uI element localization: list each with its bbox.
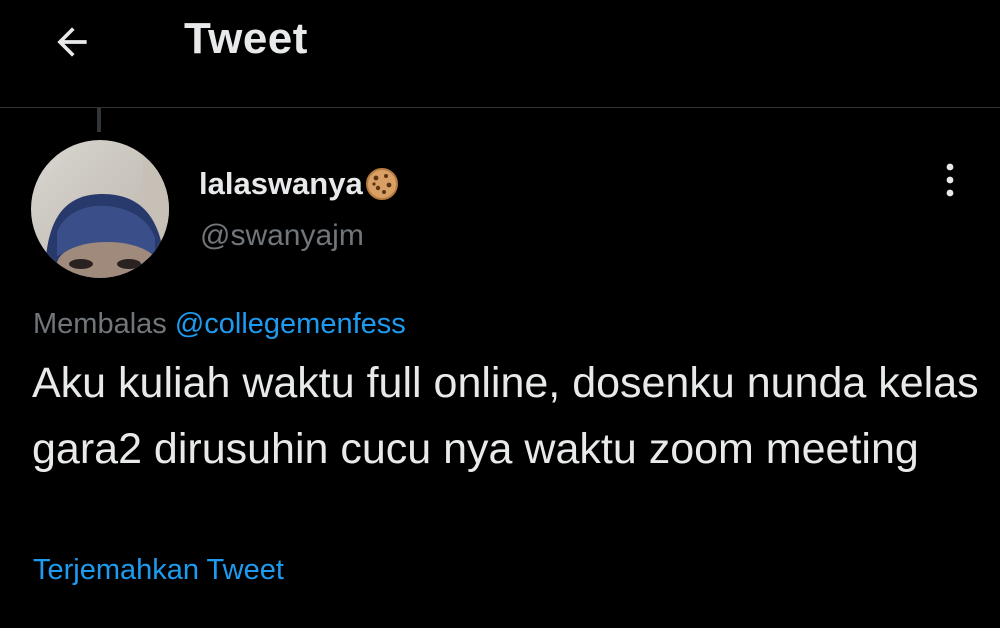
- thread-connector-line: [97, 108, 101, 132]
- tweet-text: Aku kuliah waktu full online, dosenku nu…: [32, 359, 979, 473]
- more-options-button[interactable]: [928, 158, 972, 202]
- author-name-row[interactable]: lalaswanya: [199, 166, 399, 202]
- more-vertical-icon: [946, 163, 954, 197]
- avatar-image: [31, 140, 169, 278]
- author-display-name: lalaswanya: [199, 166, 363, 201]
- reply-mention-link[interactable]: @collegemenfess: [175, 308, 406, 340]
- page-title: Tweet: [184, 14, 308, 63]
- avatar[interactable]: [31, 140, 169, 278]
- back-button[interactable]: [44, 14, 100, 70]
- cookie-icon: [365, 167, 399, 201]
- reply-context: Membalas @collegemenfess: [33, 308, 406, 341]
- arrow-left-icon: [57, 27, 87, 57]
- translate-tweet-link[interactable]: Terjemahkan Tweet: [33, 554, 284, 587]
- author-handle[interactable]: @swanyajm: [200, 219, 364, 253]
- reply-prefix: Membalas: [33, 308, 167, 340]
- header-bar: Tweet: [0, 0, 1000, 108]
